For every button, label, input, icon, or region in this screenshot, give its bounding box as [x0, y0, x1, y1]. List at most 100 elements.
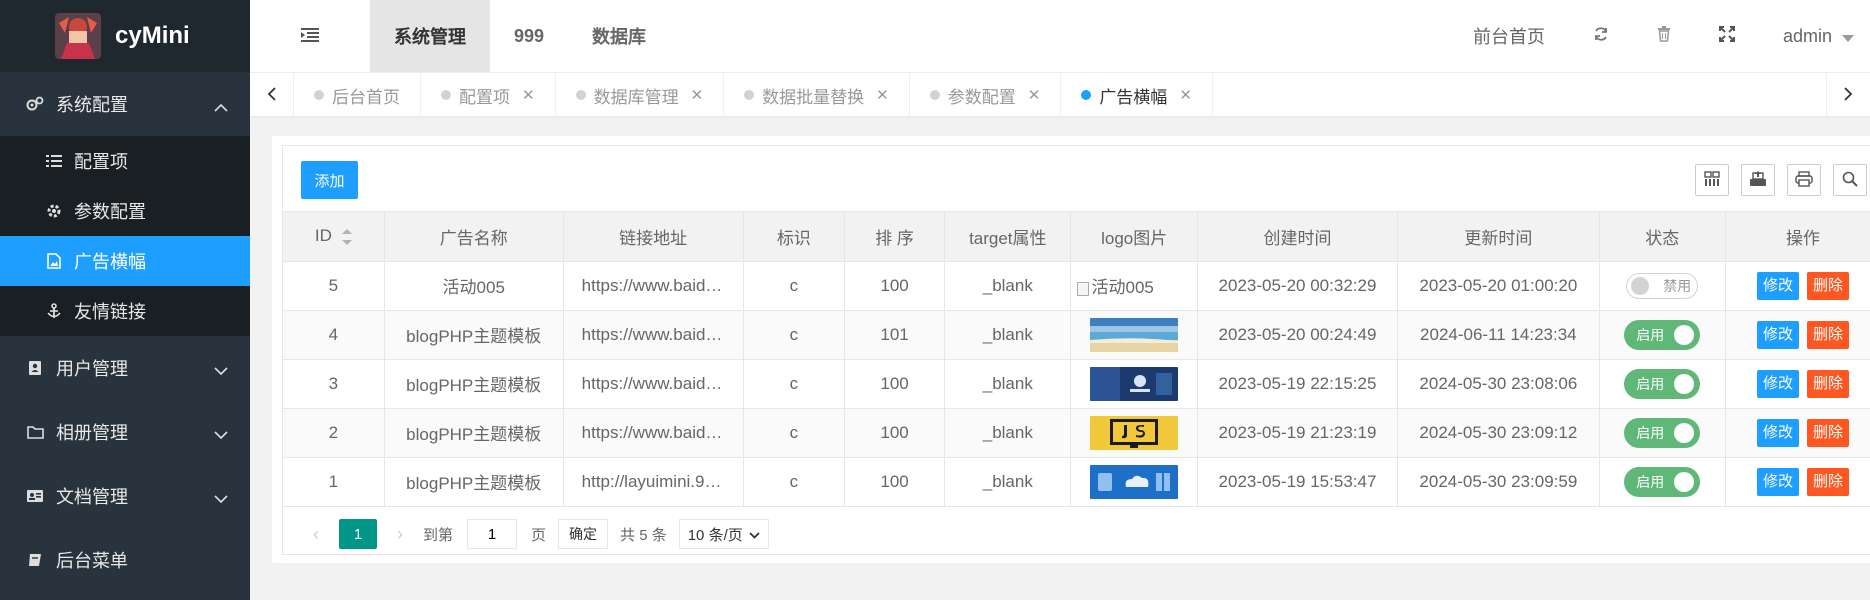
tab-label: 参数配置: [947, 87, 1016, 107]
top-nav-item[interactable]: 系统管理: [370, 0, 490, 72]
tab-banners[interactable]: 广告横幅 ✕: [1061, 73, 1213, 117]
confirm-goto-button[interactable]: 确定: [558, 519, 609, 549]
status-switch[interactable]: 禁用: [1626, 272, 1699, 299]
cell-id: 3: [283, 359, 385, 409]
export-button[interactable]: [1741, 164, 1775, 196]
columns-icon: [1704, 170, 1720, 190]
chevron-right-icon: [1844, 86, 1853, 104]
tabs-scroll-left-button[interactable]: [250, 73, 294, 117]
table-row[interactable]: 4 blogPHP主题模板 https://www.baidu.com c 10…: [283, 310, 1870, 360]
table-row[interactable]: 3 blogPHP主题模板 https://www.baidu.com c 10…: [283, 359, 1870, 409]
tab-database[interactable]: 数据库管理 ✕: [556, 73, 725, 117]
cell-target: _blank: [944, 261, 1072, 311]
logo-thumbnail-beach[interactable]: [1090, 317, 1179, 352]
sidebar-group-label: 相册管理: [56, 423, 128, 443]
status-switch[interactable]: 启用: [1624, 368, 1701, 399]
tabs-scroll-right-button[interactable]: [1826, 73, 1870, 117]
edit-button[interactable]: 修改: [1756, 467, 1799, 496]
goto-page-input[interactable]: [467, 519, 518, 549]
delete-button[interactable]: 删除: [1806, 271, 1849, 300]
current-page[interactable]: 1: [339, 519, 377, 549]
table-toolbar: 添加: [283, 146, 1870, 212]
sidebar-item-params[interactable]: 参数配置: [0, 186, 250, 236]
table-row[interactable]: 1 blogPHP主题模板 http://layuimini.99php.cn …: [283, 457, 1870, 507]
refresh-icon: [1593, 26, 1609, 47]
close-icon[interactable]: ✕: [691, 86, 704, 104]
column-header: logo图片: [1070, 212, 1198, 262]
table-row[interactable]: 5 活动005 https://www.baidu.com c 100 _bla…: [283, 261, 1870, 311]
sidebar-group-admin-menu[interactable]: 后台菜单: [0, 528, 250, 592]
edit-button[interactable]: 修改: [1756, 271, 1799, 300]
logo-alt-text: 活动005: [1091, 278, 1154, 297]
export-icon: [1749, 170, 1767, 190]
tab-config-items[interactable]: 配置项 ✕: [421, 73, 556, 117]
sidebar-group-albums[interactable]: 相册管理: [0, 400, 250, 464]
cell-url: https://www.baidu.com: [563, 310, 744, 360]
delete-button[interactable]: 删除: [1806, 369, 1849, 398]
logo-thumbnail-cloud[interactable]: [1090, 464, 1179, 499]
tab-home[interactable]: 后台首页: [294, 73, 421, 117]
sidebar-group-users[interactable]: 用户管理: [0, 336, 250, 400]
tab-dot: [1081, 90, 1092, 100]
edit-button[interactable]: 修改: [1756, 418, 1799, 447]
sidebar-item-friend-links[interactable]: 友情链接: [0, 286, 250, 336]
columns-filter-button[interactable]: [1695, 164, 1729, 196]
logo-thumbnail-java[interactable]: [1090, 366, 1179, 401]
logo[interactable]: cyMini: [0, 0, 250, 72]
cell-status: 禁用: [1599, 261, 1726, 311]
close-icon[interactable]: ✕: [1028, 86, 1041, 104]
edit-button[interactable]: 修改: [1756, 320, 1799, 349]
image-file-icon: [44, 253, 64, 269]
sidebar-item-banners[interactable]: 广告横幅: [0, 236, 250, 286]
print-button[interactable]: [1787, 164, 1821, 196]
fullscreen-button[interactable]: [1695, 0, 1759, 72]
cell-logo: [1070, 408, 1198, 458]
front-home-link[interactable]: 前台首页: [1449, 0, 1569, 72]
clear-cache-button[interactable]: [1633, 0, 1695, 72]
close-icon[interactable]: ✕: [522, 86, 535, 104]
edit-button[interactable]: 修改: [1756, 369, 1799, 398]
top-nav-item[interactable]: 数据库: [568, 0, 670, 72]
logo-thumbnail-js[interactable]: [1090, 415, 1179, 450]
delete-button[interactable]: 删除: [1806, 418, 1849, 447]
sort-icon[interactable]: [341, 228, 352, 245]
tab-params[interactable]: 参数配置 ✕: [910, 73, 1062, 117]
top-nav-item[interactable]: 999: [490, 0, 568, 72]
refresh-button[interactable]: [1569, 0, 1633, 72]
status-switch[interactable]: 启用: [1624, 466, 1701, 497]
cell-actions: 修改 删除: [1725, 457, 1870, 507]
next-page-button[interactable]: ›: [385, 524, 415, 545]
close-icon[interactable]: ✕: [876, 86, 889, 104]
status-switch[interactable]: 启用: [1624, 417, 1701, 448]
user-menu[interactable]: admin: [1759, 0, 1870, 72]
cell-name: blogPHP主题模板: [384, 457, 564, 507]
cell-id: 1: [283, 457, 385, 507]
status-switch[interactable]: 启用: [1624, 319, 1701, 350]
cell-target: _blank: [944, 310, 1072, 360]
trash-icon: [1657, 25, 1671, 47]
cell-status: 启用: [1599, 359, 1726, 409]
search-button[interactable]: [1833, 164, 1867, 196]
sidebar-group-system-config[interactable]: 系统配置: [0, 72, 250, 136]
sidebar-group-docs[interactable]: 文档管理: [0, 464, 250, 528]
delete-button[interactable]: 删除: [1806, 320, 1849, 349]
page-size-select[interactable]: 10 条/页: [678, 519, 769, 549]
cell-logo: [1070, 310, 1198, 360]
cell-created: 2023-05-20 00:32:29: [1197, 261, 1399, 311]
search-icon: [1842, 171, 1858, 190]
logo-avatar: [55, 13, 101, 59]
delete-button[interactable]: 删除: [1806, 467, 1849, 496]
tab-batch-replace[interactable]: 数据批量替换 ✕: [724, 73, 910, 117]
table-row[interactable]: 2 blogPHP主题模板 https://www.baidu.com c 10…: [283, 408, 1870, 458]
add-button[interactable]: 添加: [301, 161, 358, 199]
user-name: admin: [1782, 25, 1832, 46]
cell-actions: 修改 删除: [1725, 359, 1870, 409]
sidebar-group-label: 系统配置: [56, 95, 128, 115]
close-icon[interactable]: ✕: [1179, 86, 1192, 104]
column-header-id[interactable]: ID: [283, 212, 385, 262]
sidebar-toggle-button[interactable]: [250, 0, 370, 72]
status-label: 启用: [1636, 326, 1665, 343]
prev-page-button[interactable]: ‹: [301, 524, 331, 545]
sidebar-item-config-items[interactable]: 配置项: [0, 136, 250, 186]
cell-updated: 2024-05-30 23:09:12: [1397, 408, 1600, 458]
